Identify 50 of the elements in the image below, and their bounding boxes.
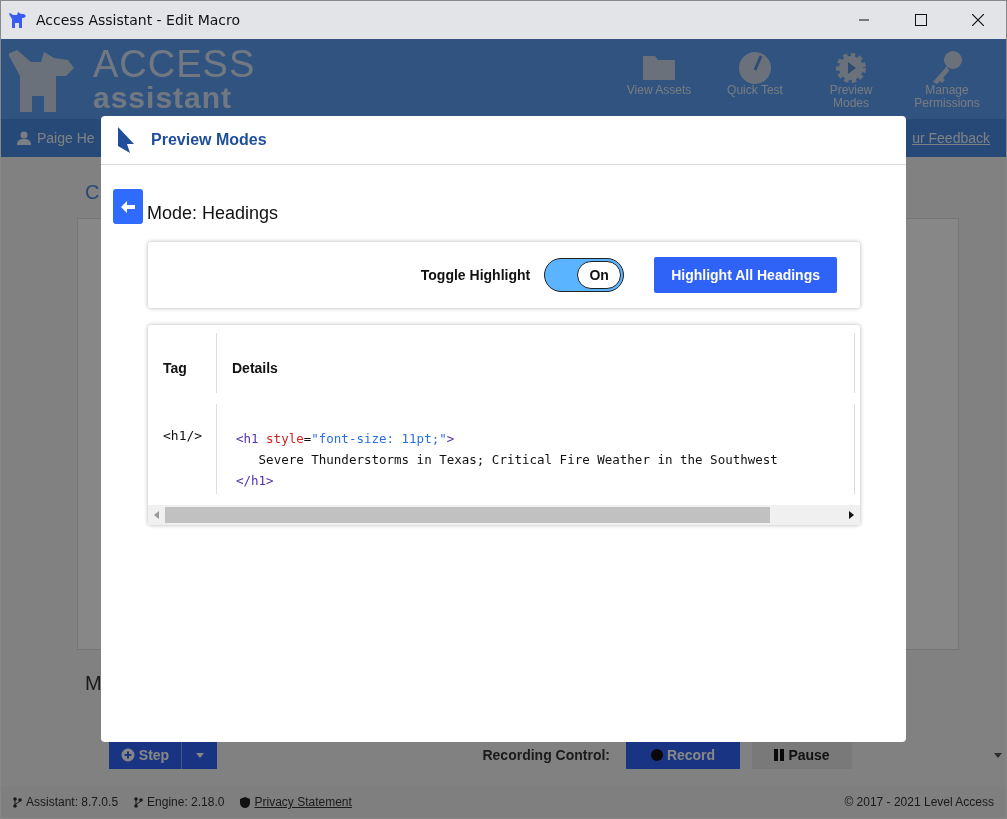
privacy-link[interactable]: Privacy Statement [254, 795, 352, 809]
horizontal-scrollbar[interactable] [148, 505, 860, 525]
logo-text: ACCESS [93, 45, 256, 83]
column-header: Tag [148, 333, 217, 393]
highlight-all-headings-button[interactable]: Highlight All Headings [654, 257, 837, 293]
plus-icon [120, 748, 135, 762]
highlight-toggle[interactable]: On [544, 258, 625, 292]
logo-text: assistant [93, 83, 234, 113]
user-icon [17, 131, 31, 145]
toolbar-button[interactable]: Quick Test [710, 48, 800, 110]
version-text: Engine: 2.18.0 [147, 795, 225, 809]
section-heading: C [85, 181, 101, 204]
feedback-link[interactable]: ur Feedback [912, 130, 990, 146]
dialog-title: Preview Modes [151, 131, 267, 149]
recording-label: Recording Control: [482, 747, 610, 763]
toolbar-button[interactable]: Preview Modes [806, 48, 896, 110]
shield-icon [240, 796, 251, 808]
circle-icon [650, 749, 663, 761]
caret-icon [195, 752, 204, 758]
scroll-left-arrow-icon [154, 511, 159, 519]
back-button[interactable] [113, 189, 143, 224]
dropdown-button[interactable] [181, 741, 217, 769]
dog-logo-icon [8, 10, 28, 30]
user-name: Paige He [37, 130, 95, 146]
cursor-pointer-icon [118, 127, 134, 153]
version-text: Assistant: 8.7.0.5 [26, 795, 119, 809]
scrollbar-thumb[interactable] [165, 507, 770, 523]
toolbar-button[interactable]: View Assets [614, 48, 704, 110]
toggle-label: Toggle Highlight [420, 267, 531, 283]
copyright-text: © 2017 - 2021 Level Access [844, 795, 994, 809]
code-line: Severe Thunderstorms in Texas; Critical Fire Weather in the Southwest [257, 451, 778, 469]
branch-icon [13, 796, 22, 808]
scroll-down-arrow-icon [994, 753, 1002, 758]
toolbar-button[interactable]: Manage Permissions [902, 48, 992, 110]
code-line: </h1> [236, 472, 274, 490]
record-button[interactable]: Record [626, 741, 740, 769]
mode-title: Mode: Headings [147, 203, 279, 224]
window-title: Access Assistant - Edit Macro [36, 12, 241, 28]
column-header: Details [217, 333, 855, 393]
branch-icon [134, 796, 144, 808]
close-icon [971, 14, 984, 26]
code-line: <h1 style="font-size: 11pt;"> [236, 430, 455, 448]
scroll-right-arrow-icon [849, 511, 854, 519]
pause-icon [774, 749, 785, 761]
step-button[interactable]: Step [109, 741, 181, 769]
left-arrow-icon [121, 200, 135, 213]
maximize-icon [914, 14, 927, 26]
section-heading: M [85, 672, 103, 695]
pause-button[interactable]: Pause [752, 741, 852, 769]
tag-cell: <h1/> [148, 404, 217, 494]
